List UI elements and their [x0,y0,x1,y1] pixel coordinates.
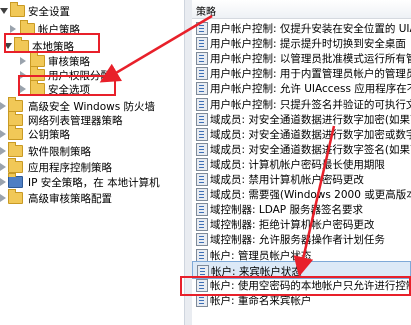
policy-icon [196,142,208,156]
highlight-box-local-policies [4,33,100,53]
expand-arrow-icon[interactable] [0,102,6,110]
folder-icon [8,142,23,157]
tree-item-advanced-audit[interactable]: 高级审核策略配置 [0,189,184,207]
column-header-policy[interactable]: 策略 [192,0,411,19]
folder-icon [10,2,25,17]
tree-item-label: IP 安全策略，在 本地计算机 [28,177,160,189]
shield-icon [8,173,23,188]
expand-arrow-icon[interactable] [0,147,6,155]
policy-icon [196,173,208,186]
policy-icon [196,97,208,111]
policy-icon [196,82,208,96]
policy-icon [196,52,208,66]
policy-icon [196,218,208,232]
highlight-box-security-options [18,75,116,96]
policy-icon [196,188,208,202]
expand-arrow-icon[interactable] [0,178,6,186]
tree-item-label: 高级审核策略配置 [28,193,112,205]
expand-arrow-icon[interactable] [10,25,16,33]
policy-icon [196,37,208,51]
tree-item-label: 公钥策略 [28,129,70,141]
policy-icon [196,157,208,171]
expand-arrow-icon[interactable] [0,163,6,171]
column-header-label: 策略 [196,7,216,18]
policy-icon [196,127,208,141]
tree-item-security-settings[interactable]: 安全设置 [0,2,184,20]
collapse-arrow-icon[interactable] [0,8,8,14]
folder-icon [8,125,23,140]
policy-icon [196,67,208,81]
tree-item-label: 软件限制策略 [28,146,91,158]
tree-item-public-key-policies[interactable]: 公钥策略 [0,125,184,143]
highlight-box-guest-account-status [180,276,411,296]
expand-arrow-icon[interactable] [20,57,26,65]
expand-arrow-icon[interactable] [0,130,6,138]
policy-icon [196,248,208,262]
folder-icon [8,189,23,204]
expand-arrow-icon[interactable] [0,194,6,202]
policy-icon [196,22,208,35]
policy-icon [196,233,208,247]
folder-icon [8,158,23,173]
policy-icon [196,203,208,217]
tree-item-label: 安全设置 [28,6,70,18]
policy-icon [196,112,208,126]
